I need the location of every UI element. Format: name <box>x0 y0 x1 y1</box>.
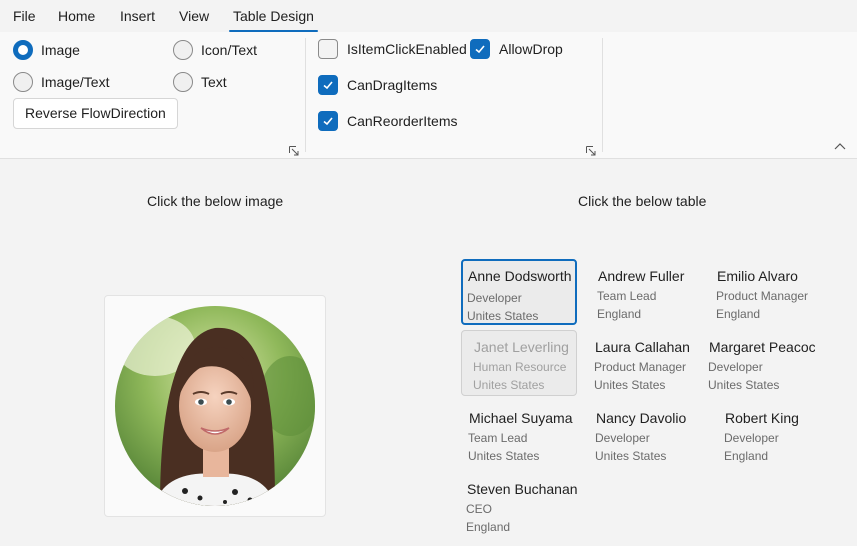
person-tile-nancy-davolio[interactable]: Nancy Davolio Developer Unites States <box>590 401 706 467</box>
person-name: Michael Suyama <box>469 410 573 426</box>
person-name: Janet Leverling <box>474 339 569 355</box>
person-country: England <box>716 307 761 321</box>
person-tile-laura-callahan[interactable]: Laura Callahan Product Manager Unites St… <box>589 330 705 396</box>
person-name: Nancy Davolio <box>596 410 687 426</box>
person-role: Human Resource <box>473 360 567 374</box>
person-country: Unites States <box>595 449 667 463</box>
person-tile-andrew-fuller[interactable]: Andrew Fuller Team Lead England <box>592 259 708 325</box>
person-tile-steven-buchanan[interactable]: Steven Buchanan CEO England <box>461 472 578 538</box>
person-country: England <box>597 307 642 321</box>
person-role: Developer <box>467 291 522 305</box>
person-country: Unites States <box>467 309 539 323</box>
person-tile-michael-suyama[interactable]: Michael Suyama Team Lead Unites States <box>463 401 579 467</box>
person-tile-janet-leverling[interactable]: Janet Leverling Human Resource Unites St… <box>461 330 577 396</box>
person-name: Robert King <box>725 410 799 426</box>
chevron-up-icon[interactable] <box>834 142 846 152</box>
people-table: Anne Dodsworth Developer Unites States A… <box>0 0 815 546</box>
person-country: Unites States <box>468 449 540 463</box>
person-tile-anne-dodsworth[interactable]: Anne Dodsworth Developer Unites States <box>461 259 577 325</box>
person-tile-margaret-peacock[interactable]: Margaret Peacock Developer Unites States <box>703 330 815 396</box>
person-role: Team Lead <box>597 289 657 303</box>
person-country: England <box>466 520 511 534</box>
person-role: Developer <box>724 431 779 445</box>
person-name: Steven Buchanan <box>467 481 578 497</box>
person-country: Unites States <box>708 378 780 392</box>
person-role: Developer <box>708 360 763 374</box>
person-role: Developer <box>595 431 650 445</box>
person-name: Emilio Alvaro <box>717 268 798 284</box>
person-name: Laura Callahan <box>595 339 690 355</box>
person-role: Product Manager <box>716 289 809 303</box>
person-role: Team Lead <box>468 431 528 445</box>
person-country: England <box>724 449 769 463</box>
person-name: Margaret Peacock <box>709 339 815 355</box>
person-role: Product Manager <box>594 360 687 374</box>
person-name: Andrew Fuller <box>598 268 685 284</box>
person-country: Unites States <box>473 378 545 392</box>
person-name: Anne Dodsworth <box>468 268 572 284</box>
person-role: CEO <box>466 502 493 516</box>
person-country: Unites States <box>594 378 666 392</box>
person-tile-emilio-alvaro[interactable]: Emilio Alvaro Product Manager England <box>711 259 815 325</box>
person-tile-robert-king[interactable]: Robert King Developer England <box>719 401 815 467</box>
